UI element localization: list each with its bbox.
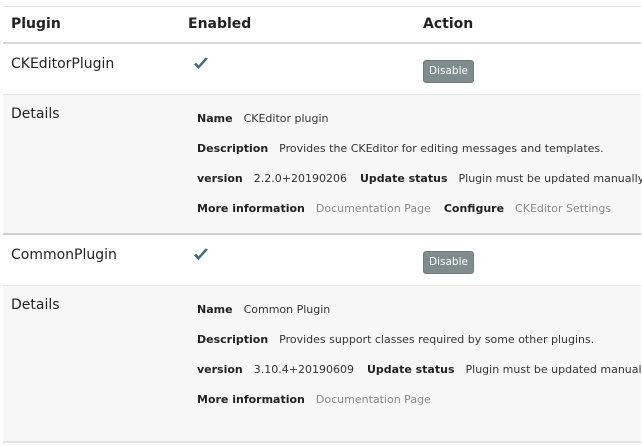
update-status-label: Update status — [366, 363, 455, 376]
detail-description-line: Description Provides support classes requ… — [197, 333, 607, 346]
details-row-ckeditor: Details Name CKEditor plugin Description P… — [3, 95, 642, 233]
update-status-label: Update status — [359, 172, 448, 185]
checkmark-icon — [194, 248, 208, 260]
header-plugin: Plugin — [11, 16, 61, 32]
version-value: 2.2.0+20190206 — [253, 172, 347, 185]
description-value: Provides support classes required by som… — [279, 333, 595, 346]
plugin-name: CKEditorPlugin — [11, 56, 115, 72]
detail-name-line: Name CKEditor plugin — [197, 112, 342, 125]
more-information-label: More information — [197, 393, 305, 406]
plugins-table: Plugin Enabled Action CKEditorPlugin Dis… — [0, 0, 642, 446]
description-value: Provides the CKEditor for editing messag… — [279, 142, 604, 155]
detail-description-line: Description Provides the CKEditor for edi… — [197, 142, 617, 155]
bottom-border — [3, 441, 641, 443]
name-label: Name — [197, 303, 233, 316]
detail-more-line: More information Documentation Page — [197, 393, 444, 406]
plugin-row-common: CommonPlugin Disable — [3, 235, 641, 286]
name-value: CKEditor plugin — [243, 112, 329, 125]
details-row-common: Details Name Common Plugin Description Pro… — [3, 286, 642, 441]
documentation-link[interactable]: Documentation Page — [316, 393, 431, 406]
header-enabled: Enabled — [188, 16, 252, 32]
header-action: Action — [423, 16, 474, 32]
description-label: Description — [197, 333, 269, 346]
detail-version-line: version 3.10.4+20190609 Update status Plugi… — [197, 363, 642, 376]
update-status-value: Plugin must be updated manually — [458, 172, 642, 185]
version-label: version — [197, 363, 243, 376]
documentation-link[interactable]: Documentation Page — [316, 202, 431, 215]
details-label: Details — [11, 297, 60, 313]
description-label: Description — [197, 142, 269, 155]
ckeditor-settings-link[interactable]: CKEditor Settings — [515, 202, 611, 215]
detail-name-line: Name Common Plugin — [197, 303, 343, 316]
details-label: Details — [11, 106, 60, 122]
version-label: version — [197, 172, 243, 185]
checkmark-icon — [194, 57, 208, 69]
version-value: 3.10.4+20190609 — [253, 363, 354, 376]
more-information-label: More information — [197, 202, 305, 215]
disable-button[interactable]: Disable — [423, 251, 474, 274]
plugin-row-ckeditor: CKEditorPlugin Disable — [3, 44, 641, 95]
name-value: Common Plugin — [243, 303, 331, 316]
disable-button[interactable]: Disable — [423, 60, 474, 83]
detail-more-line: More information Documentation Page Config… — [197, 202, 624, 215]
table-header: Plugin Enabled Action — [3, 7, 641, 44]
update-status-value: Plugin must be updated manually — [465, 363, 642, 376]
name-label: Name — [197, 112, 233, 125]
plugin-name: CommonPlugin — [11, 247, 117, 263]
configure-label: Configure — [443, 202, 505, 215]
detail-version-line: version 2.2.0+20190206 Update status Plugin… — [197, 172, 642, 185]
